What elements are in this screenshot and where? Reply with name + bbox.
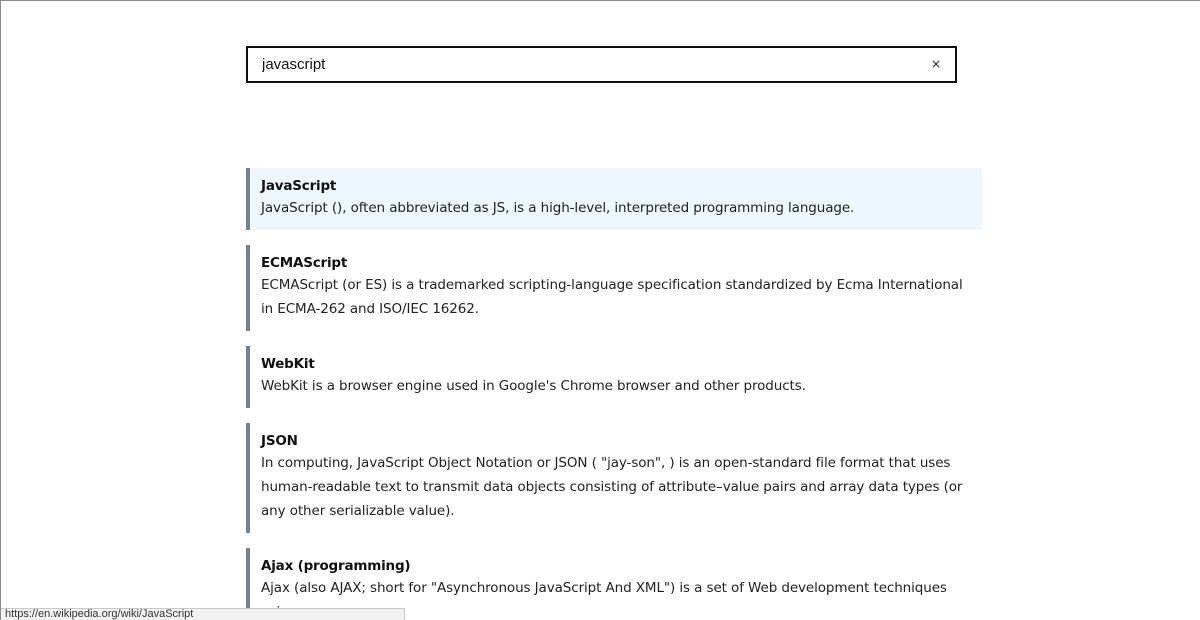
- results-list: JavaScript JavaScript (), often abbrevia…: [246, 168, 982, 620]
- result-title: Ajax (programming): [261, 558, 411, 574]
- result-item[interactable]: JSON In computing, JavaScript Object Not…: [246, 423, 982, 533]
- result-item[interactable]: WebKit WebKit is a browser engine used i…: [246, 346, 982, 408]
- search-input[interactable]: [248, 48, 918, 81]
- page: × JavaScript JavaScript (), often abbrev…: [0, 0, 1200, 620]
- clear-search-button[interactable]: ×: [927, 55, 945, 73]
- result-extract: ECMAScript (or ES) is a trademarked scri…: [261, 277, 963, 317]
- status-url: https://en.wikipedia.org/wiki/JavaScript: [5, 608, 194, 620]
- search-box: ×: [246, 46, 957, 83]
- result-title: JavaScript: [261, 178, 337, 194]
- result-title: ECMAScript: [261, 255, 348, 271]
- result-item[interactable]: ECMAScript ECMAScript (or ES) is a trade…: [246, 245, 982, 331]
- result-title: JSON: [261, 433, 298, 449]
- result-extract: JavaScript (), often abbreviated as JS, …: [261, 200, 855, 216]
- result-title: WebKit: [261, 356, 315, 372]
- link-status-bar: https://en.wikipedia.org/wiki/JavaScript: [1, 608, 405, 620]
- result-extract: In computing, JavaScript Object Notation…: [261, 455, 963, 519]
- result-item[interactable]: JavaScript JavaScript (), often abbrevia…: [246, 168, 982, 230]
- result-extract: WebKit is a browser engine used in Googl…: [261, 378, 806, 394]
